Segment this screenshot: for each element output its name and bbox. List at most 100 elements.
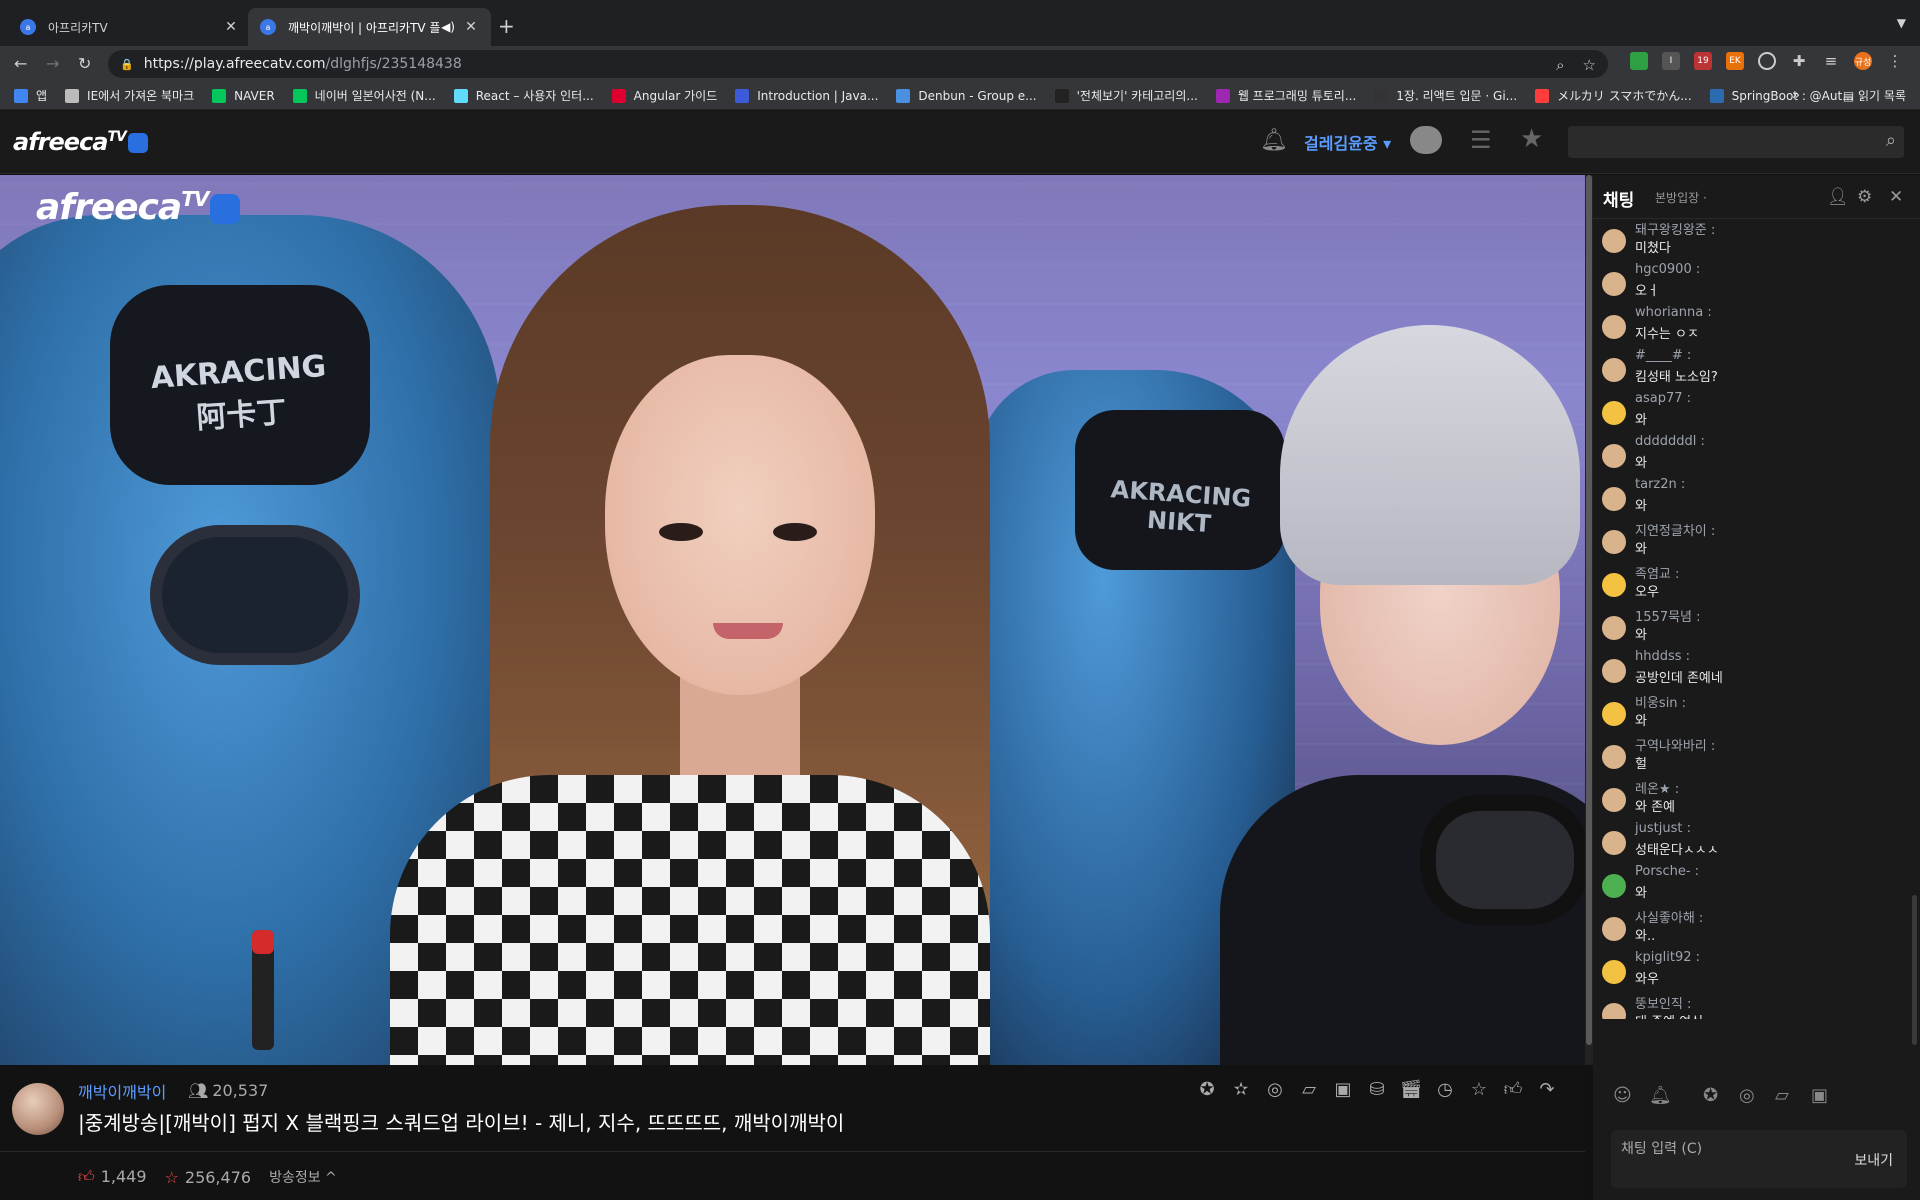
chat-nickname[interactable]: 1557묵념 : xyxy=(1635,606,1701,625)
note-icon[interactable]: ▱ xyxy=(1297,1077,1321,1101)
extension-badge-icon[interactable]: 19 xyxy=(1694,52,1712,70)
bell-icon[interactable]: 🔔︎ xyxy=(1260,128,1288,153)
url-field[interactable]: 🔒 https://play.afreecatv.com/dlghfjs/235… xyxy=(108,50,1608,78)
thumbs-up-icon[interactable]: 👍︎ xyxy=(1501,1077,1525,1101)
chat-nickname[interactable]: kpiglit92 : xyxy=(1635,950,1700,965)
chat-avatar-icon[interactable] xyxy=(1602,831,1626,855)
extension-icon[interactable]: EK xyxy=(1726,52,1744,70)
bookmark-star-icon[interactable]: ☆ xyxy=(1583,56,1596,74)
page-scrollbar[interactable] xyxy=(1585,175,1593,1065)
favorite-count[interactable]: ☆ 256,476 xyxy=(165,1168,252,1187)
media-icon[interactable]: ≡ xyxy=(1822,52,1840,70)
bookmark-item[interactable]: React – 사용자 인터... xyxy=(453,87,594,104)
broadcast-info-toggle[interactable]: 방송정보 ^ xyxy=(269,1167,337,1187)
send-button[interactable]: 보내기 xyxy=(1854,1150,1893,1170)
user-menu[interactable]: 걸레김윤중 ▾ xyxy=(1304,130,1391,154)
bookmarks-overflow-icon[interactable]: » xyxy=(1792,88,1800,103)
chat-avatar-icon[interactable] xyxy=(1602,229,1626,253)
chat-nickname[interactable]: Porsche- : xyxy=(1635,864,1699,879)
reload-icon[interactable]: ↻ xyxy=(78,54,91,73)
chat-avatar-icon[interactable] xyxy=(1602,487,1626,511)
chat-nickname[interactable]: dddddddl : xyxy=(1635,434,1705,449)
forward-icon[interactable]: → xyxy=(46,54,59,73)
record-icon[interactable] xyxy=(1758,52,1776,70)
chat-avatar-icon[interactable] xyxy=(1602,272,1626,296)
chat-nickname[interactable]: asap77 : xyxy=(1635,391,1691,406)
chat-nickname[interactable]: hhddss : xyxy=(1635,649,1690,664)
zoom-icon[interactable]: ⌕ xyxy=(1556,56,1564,74)
chat-avatar-icon[interactable] xyxy=(1602,960,1626,984)
hamburger-menu-icon[interactable]: ☰ xyxy=(1470,126,1492,154)
chat-input[interactable] xyxy=(1621,1138,1821,1160)
bell-icon[interactable]: 🔔︎ xyxy=(1649,1085,1672,1106)
share-icon[interactable]: ↷ xyxy=(1535,1077,1559,1101)
new-tab-button[interactable]: + xyxy=(498,14,515,38)
chat-nickname[interactable]: 지연정글차이 : xyxy=(1635,520,1715,539)
close-tab-icon[interactable]: ✕ xyxy=(223,19,239,35)
chat-nickname[interactable]: hgc0900 : xyxy=(1635,262,1700,277)
scrollbar-thumb[interactable] xyxy=(1912,895,1917,1045)
browser-tab-active[interactable]: a 깨박이깨박이 | 아프리카TV 플레이어 ◀) ✕ xyxy=(248,8,491,46)
search-input[interactable]: ⌕ xyxy=(1568,126,1904,158)
user-list-icon[interactable]: 👤︎ xyxy=(1827,187,1849,207)
chat-nickname[interactable]: 뚱보인직 : xyxy=(1635,993,1691,1012)
extension-icon[interactable]: I xyxy=(1662,52,1680,70)
chat-nickname[interactable]: justjust : xyxy=(1635,821,1691,836)
close-icon[interactable]: ✕ xyxy=(1889,187,1903,207)
chat-avatar-icon[interactable] xyxy=(1602,788,1626,812)
bookmark-item[interactable]: Denbun - Group e... xyxy=(896,88,1037,103)
favorites-star-icon[interactable]: ★ xyxy=(1520,124,1543,154)
close-tab-icon[interactable]: ✕ xyxy=(463,19,479,35)
vod-clip-icon[interactable]: 🎬︎ xyxy=(1399,1077,1423,1101)
timer-icon[interactable]: ◷ xyxy=(1433,1077,1457,1101)
bookmark-item[interactable]: 앱 xyxy=(14,87,47,104)
chat-avatar-icon[interactable] xyxy=(1602,315,1626,339)
bookmark-item[interactable]: Introduction | Java... xyxy=(735,88,878,103)
chat-subtitle[interactable]: 본방입장 · xyxy=(1655,189,1707,206)
chat-avatar-icon[interactable] xyxy=(1602,444,1626,468)
speaker-icon[interactable]: ◀) xyxy=(441,20,455,34)
avatar[interactable] xyxy=(12,1083,64,1135)
bookmark-item[interactable]: SpringBoot : @Aut... xyxy=(1709,88,1854,103)
ad-balloon-icon[interactable]: ◎ xyxy=(1263,1077,1287,1101)
chat-nickname[interactable]: whorianna : xyxy=(1635,305,1712,320)
bookmark-item[interactable]: NAVER xyxy=(212,88,275,103)
gift-icon[interactable]: ▣ xyxy=(1811,1085,1828,1106)
chat-avatar-icon[interactable] xyxy=(1602,1003,1626,1019)
up-count[interactable]: 👍︎ 1,449 xyxy=(78,1167,147,1187)
bookmark-item[interactable]: Angular 가이드 xyxy=(611,87,717,104)
favorite-star-icon[interactable]: ☆ xyxy=(1467,1077,1491,1101)
chat-scrollbar[interactable] xyxy=(1912,235,1918,1055)
puzzle-icon[interactable]: ✚ xyxy=(1790,52,1808,70)
star-balloon-icon[interactable]: ✪ xyxy=(1195,1077,1219,1101)
bookmark-item[interactable]: '전체보기' 카테고리의... xyxy=(1054,87,1198,104)
chat-nickname[interactable]: #____# : xyxy=(1635,348,1691,363)
afreecatv-logo[interactable]: afreecaTV xyxy=(13,128,148,156)
search-icon[interactable]: ⌕ xyxy=(1886,130,1896,151)
browser-tab[interactable]: a 아프리카TV ✕ xyxy=(8,8,251,46)
chat-avatar-icon[interactable] xyxy=(1602,616,1626,640)
video-player[interactable]: AKRACING 阿卡丁 AKRACING NIKT afreecaTV xyxy=(0,175,1585,1065)
chat-nickname[interactable]: 구역나와바리 : xyxy=(1635,735,1715,754)
back-icon[interactable]: ← xyxy=(14,54,27,73)
bookmark-item[interactable]: 1장. 리액트 입문 · Gi... xyxy=(1374,87,1517,104)
coin-icon[interactable]: ⛁ xyxy=(1365,1077,1389,1101)
bj-name[interactable]: 깨박이깨박이 xyxy=(78,1079,166,1103)
bookmark-item[interactable]: 네이버 일본어사전 (N... xyxy=(292,87,436,104)
tab-search-icon[interactable]: ▼ xyxy=(1897,16,1906,30)
chat-avatar-icon[interactable] xyxy=(1602,401,1626,425)
chat-nickname[interactable]: 비웅sin : xyxy=(1635,692,1686,711)
bookmark-item[interactable]: 웹 프로그래밍 튜토리... xyxy=(1215,87,1356,104)
extension-icon[interactable] xyxy=(1630,52,1648,70)
chat-nickname[interactable]: tarz2n : xyxy=(1635,477,1685,492)
chat-avatar-icon[interactable] xyxy=(1602,874,1626,898)
chat-avatar-icon[interactable] xyxy=(1602,573,1626,597)
chat-avatar-icon[interactable] xyxy=(1602,702,1626,726)
menu-kebab-icon[interactable]: ⋮ xyxy=(1886,52,1904,70)
chat-nickname[interactable]: 사실좋아해 : xyxy=(1635,907,1703,926)
gear-icon[interactable]: ⚙ xyxy=(1857,187,1872,207)
messages-icon[interactable] xyxy=(1410,126,1442,154)
bookmark-item[interactable]: IE에서 가져온 북마크 xyxy=(65,87,194,104)
chat-nickname[interactable]: 족염교 : xyxy=(1635,563,1679,582)
gift-icon[interactable]: ▣ xyxy=(1331,1077,1355,1101)
